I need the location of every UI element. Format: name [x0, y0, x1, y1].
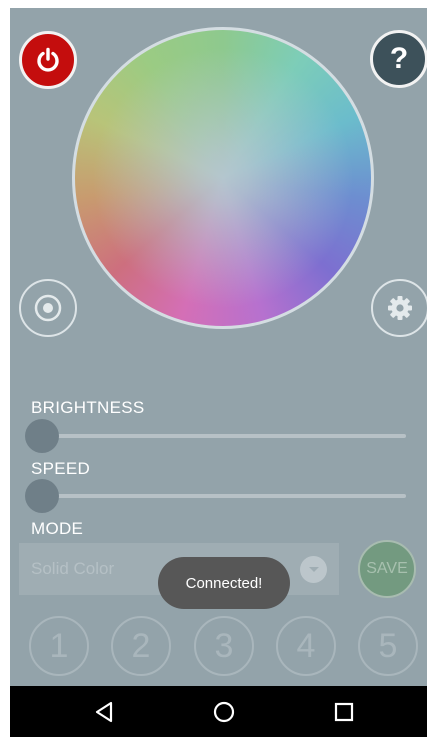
preset-button-3[interactable]: 3: [194, 616, 254, 676]
color-wheel[interactable]: [72, 27, 374, 329]
speed-slider-track[interactable]: [42, 494, 406, 498]
navigation-bar: [10, 686, 427, 737]
brightness-slider-thumb[interactable]: [25, 419, 59, 453]
help-icon: ?: [389, 42, 409, 75]
app-screen: ? BRIGHTNESS SPEED MODE Solid Color SAVE…: [10, 8, 427, 737]
power-icon: [37, 47, 59, 72]
power-button[interactable]: [19, 31, 77, 89]
brightness-label: BRIGHTNESS: [31, 398, 145, 417]
save-button[interactable]: SAVE: [358, 540, 416, 598]
chevron-down-icon: [300, 556, 327, 583]
save-button-label: SAVE: [366, 560, 408, 577]
preset-button-4[interactable]: 4: [276, 616, 336, 676]
settings-button[interactable]: [371, 279, 427, 337]
home-icon[interactable]: [210, 698, 238, 726]
mode-label: MODE: [31, 519, 84, 538]
preset-label: 1: [49, 626, 69, 665]
preset-label: 2: [131, 626, 151, 665]
preset-label: 5: [378, 626, 398, 665]
preset-button-1[interactable]: 1: [29, 616, 89, 676]
speed-label: SPEED: [31, 459, 91, 478]
recents-icon[interactable]: [330, 698, 358, 726]
preset-label: 3: [214, 626, 234, 665]
target-icon: [34, 294, 62, 322]
mode-selected-value: Solid Color: [31, 559, 115, 578]
target-button[interactable]: [19, 279, 77, 337]
preset-label: 4: [296, 626, 316, 665]
toast-message: Connected!: [158, 557, 290, 609]
gear-icon: [388, 296, 412, 320]
help-button[interactable]: ?: [370, 30, 427, 88]
back-icon[interactable]: [91, 698, 119, 726]
speed-slider-thumb[interactable]: [25, 479, 59, 513]
preset-button-5[interactable]: 5: [358, 616, 418, 676]
preset-button-2[interactable]: 2: [111, 616, 171, 676]
brightness-slider-track[interactable]: [42, 434, 406, 438]
